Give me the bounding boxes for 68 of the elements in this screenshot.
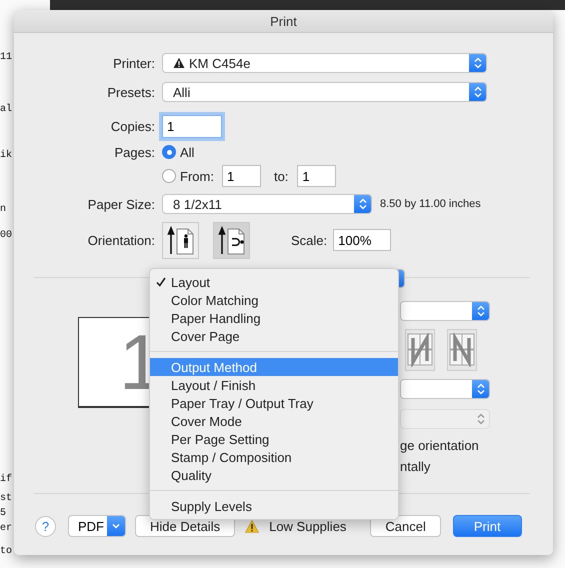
option-label: ntally [400,459,430,474]
document-text: ik [0,150,12,161]
document-text: 00 [0,230,12,241]
warning-icon [173,57,185,69]
option-label: ge orientation [400,438,479,453]
scale-field[interactable]: 100% [333,229,392,251]
printer-select[interactable]: KM C454e [162,53,487,73]
menu-item[interactable]: Color Matching [150,291,398,309]
caret-icon [112,523,120,529]
orientation-button[interactable] [162,222,199,258]
document-text: to [0,546,12,557]
orientation-label: Orientation: [86,232,155,248]
menu-item[interactable]: Supply Levels [150,497,398,515]
paper-size-label: Paper Size: [86,196,155,212]
menu-item[interactable]: Stamp / Composition [150,448,398,466]
menu-item[interactable]: Layout [150,273,398,291]
menu-item[interactable]: Cover Mode [150,412,398,430]
document-text: st [0,493,12,504]
stepper-icon [474,57,482,69]
landscape-orientation-icon [218,225,246,255]
document-text: 11 [0,52,12,63]
window-title: Print [270,14,297,28]
document-text: 5 [0,508,6,519]
radio-button[interactable] [162,169,176,183]
stepper-icon [474,86,482,98]
printer-label: Printer: [112,56,155,70]
presets-select[interactable]: Alli [162,82,487,102]
stepper-icon [476,383,484,395]
page-order-button[interactable] [447,329,477,371]
radio-label: All [180,144,194,160]
pdf-button[interactable]: PDF [68,515,126,537]
orientation-button[interactable] [213,222,250,258]
warning-icon [245,520,260,532]
checkmark-icon [156,277,166,287]
pages-label: Pages: [114,144,155,160]
stepper-icon [476,305,484,317]
layout-select[interactable] [400,301,490,321]
menu-item[interactable]: Quality [150,466,398,484]
menu-item[interactable]: Paper Tray / Output Tray [150,394,398,412]
copies-label: Copies: [110,118,155,134]
paper-size-select[interactable]: 8 1/2x11 [162,194,372,214]
stepper-icon [358,198,366,210]
copies-field[interactable]: 1 [162,114,222,138]
stepper-icon [476,413,484,425]
document-text: al [0,104,12,115]
document-text: if [0,474,12,485]
border-select[interactable] [400,379,490,399]
radio-label: From: [180,168,214,184]
radio-button[interactable] [162,145,176,159]
page-order-icon [406,333,434,367]
status-text: Low Supplies [269,518,346,534]
portrait-orientation-icon [166,225,194,255]
to-label: to: [274,168,288,184]
paper-size-note: 8.50 by 11.00 inches [380,198,481,210]
page-order-icon [448,333,476,367]
document-text: n [0,204,6,215]
to-field[interactable]: 1 [297,165,336,187]
menu-item[interactable]: Layout / Finish [150,376,398,394]
presets-label: Presets: [106,84,155,100]
page-order-button[interactable] [405,329,435,371]
scale-label: Scale: [291,232,328,248]
menu-item[interactable]: Paper Handling [150,309,398,327]
from-field[interactable]: 1 [222,165,261,187]
cancel-button[interactable]: Cancel [370,515,441,537]
menu-item[interactable]: Cover Page [150,327,398,345]
help-button[interactable]: ? [35,516,56,536]
document-text: er [0,523,12,534]
menu-item[interactable]: Per Page Setting [150,430,398,448]
